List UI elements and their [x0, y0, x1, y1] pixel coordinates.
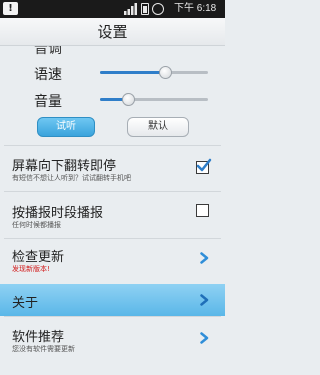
- row-title: 按播报时段播报: [12, 206, 104, 221]
- chevron-right-icon: [200, 294, 209, 306]
- battery-icon: [141, 3, 149, 15]
- about-row[interactable]: 关于: [0, 284, 225, 316]
- flip-to-stop-checkbox[interactable]: [196, 158, 212, 174]
- row-title: 屏幕向下翻转即停: [12, 159, 117, 174]
- volume-slider[interactable]: [100, 93, 208, 106]
- volume-label: 音量: [34, 94, 62, 110]
- flip-to-stop-row[interactable]: 屏幕向下翻转即停 有短信不想让人听到？试试翻转手机吧: [0, 146, 225, 191]
- check-update-row[interactable]: 检查更新 发现新版本!: [0, 239, 225, 284]
- time-period-row[interactable]: 按播报时段播报 任何时候都播报: [0, 192, 225, 237]
- slider-fill: [100, 71, 166, 74]
- row-subtitle: 任何时候都播报: [12, 221, 61, 229]
- preview-button[interactable]: 试听: [37, 117, 95, 137]
- divider: [4, 316, 221, 317]
- signal-icon: [124, 3, 137, 15]
- clipped-setting-label: 音调: [34, 46, 62, 57]
- row-subtitle: 发现新版本!: [12, 265, 50, 273]
- page-title: 设置: [0, 18, 225, 46]
- chevron-right-icon: [200, 332, 209, 344]
- time-period-checkbox[interactable]: [196, 204, 209, 217]
- row-subtitle: 有短信不想让人听到？试试翻转手机吧: [12, 174, 131, 182]
- status-bar: ! 下午 6:18: [0, 0, 225, 18]
- speech-rate-label: 语速: [34, 67, 62, 83]
- row-title: 检查更新: [12, 250, 65, 265]
- slider-thumb[interactable]: [122, 93, 136, 106]
- checkmark-icon: [196, 158, 212, 172]
- speech-rate-row: 语速: [0, 60, 225, 86]
- software-recommend-row[interactable]: 软件推荐 您没有软件需要更新: [0, 318, 225, 363]
- alarm-clock-icon: [152, 3, 164, 15]
- chevron-right-icon: [200, 252, 209, 264]
- warning-icon: !: [3, 2, 18, 15]
- row-title: 软件推荐: [12, 330, 65, 345]
- status-clock: 下午 6:18: [174, 3, 217, 14]
- default-button[interactable]: 默认: [127, 117, 189, 137]
- speech-rate-slider[interactable]: [100, 66, 208, 79]
- row-subtitle: 您没有软件需要更新: [12, 345, 75, 353]
- slider-thumb[interactable]: [158, 66, 172, 79]
- volume-row: 音量: [0, 87, 225, 113]
- row-title: 关于: [12, 296, 39, 311]
